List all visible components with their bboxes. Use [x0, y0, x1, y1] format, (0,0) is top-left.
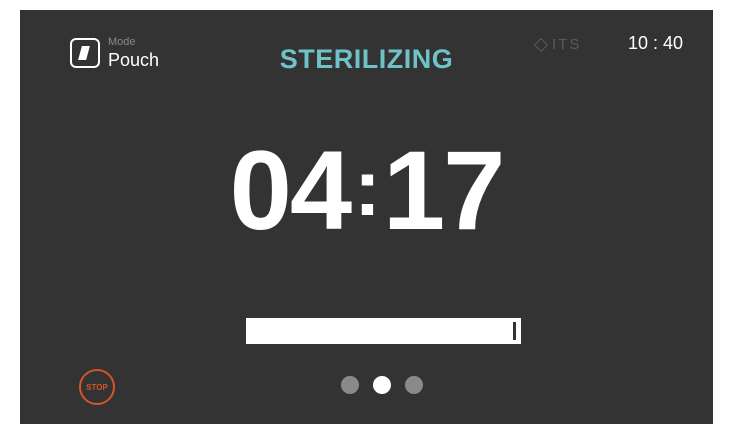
clock: 10 : 40 [628, 33, 684, 53]
timer-seconds: 17 [382, 128, 506, 253]
progress-marker [513, 322, 516, 340]
sterilizer-screen: Mode Pouch STERILIZING ITS 10 : 40 04:17… [20, 10, 713, 424]
timer-minutes: 04 [229, 128, 353, 253]
timer-separator: : [354, 143, 381, 232]
its-logo-icon [533, 37, 549, 52]
brand-logo: ITS [533, 36, 582, 53]
countdown-timer: 04:17 [20, 135, 713, 247]
stop-button[interactable]: STOP [79, 369, 115, 405]
page-indicator [341, 376, 423, 394]
progress-bar [246, 318, 521, 344]
status-title: STERILIZING [279, 44, 454, 74]
stop-button-label: STOP [86, 382, 108, 392]
page-dot[interactable] [405, 376, 423, 394]
brand-text: ITS [552, 36, 582, 53]
page-dot[interactable] [341, 376, 359, 394]
progress-fill [246, 318, 513, 344]
page-dot[interactable] [373, 376, 391, 394]
